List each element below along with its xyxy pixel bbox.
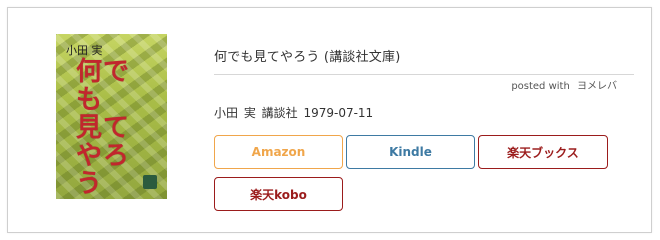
kindle-button[interactable]: Kindle	[346, 135, 475, 169]
book-card: 小田 実 何でも 見て やろう 何でも見てやろう (講談社文庫) posted wi…	[7, 7, 652, 233]
amazon-button[interactable]: Amazon	[214, 135, 343, 169]
publisher-logo-icon	[143, 175, 157, 189]
cover-author: 小田 実	[66, 44, 103, 57]
yomereba-link[interactable]: ヨメレバ	[577, 81, 617, 92]
book-title-link[interactable]: 何でも見てやろう (講談社文庫)	[214, 46, 400, 65]
rakuten-kobo-button[interactable]: 楽天kobo	[214, 177, 343, 211]
book-meta: 小田 実 講談社 1979-07-11	[214, 106, 374, 120]
book-cover-image[interactable]: 小田 実 何でも 見て やろう	[56, 34, 167, 199]
divider	[214, 74, 634, 75]
rakuten-books-button[interactable]: 楽天ブックス	[478, 135, 608, 169]
posted-with-prefix: posted with	[511, 81, 570, 92]
posted-with: posted with ヨメレバ	[511, 77, 617, 92]
